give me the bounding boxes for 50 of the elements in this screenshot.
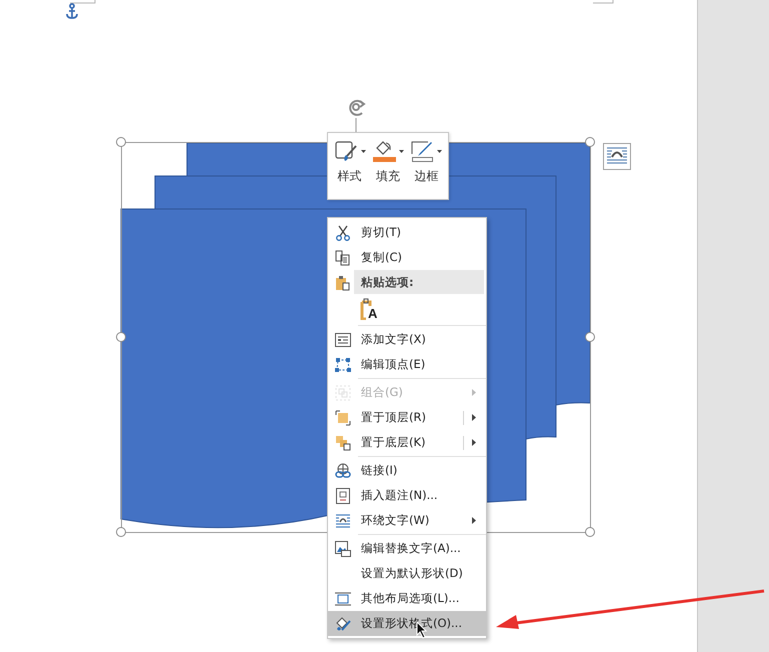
menu-item[interactable]: 置于底层(K) bbox=[328, 430, 486, 455]
submenu-arrow-icon bbox=[472, 439, 476, 446]
submenu-arrow-icon bbox=[472, 517, 476, 524]
send-back-icon bbox=[335, 434, 351, 450]
menu-item[interactable]: 插入题注(N)... bbox=[328, 483, 486, 508]
menu-item[interactable]: 环绕文字(W) bbox=[328, 508, 486, 533]
resize-handle[interactable] bbox=[116, 527, 126, 537]
resize-handle[interactable] bbox=[585, 332, 595, 342]
format-shape-icon bbox=[335, 616, 351, 632]
scissors-icon bbox=[335, 224, 351, 240]
clipboard-icon bbox=[335, 274, 351, 290]
layout-options-icon[interactable] bbox=[603, 143, 631, 170]
menu-item[interactable]: 复制(C) bbox=[328, 245, 486, 270]
resize-handle[interactable] bbox=[585, 137, 595, 147]
resize-handle[interactable] bbox=[585, 527, 595, 537]
paste-text-button[interactable]: A bbox=[358, 296, 380, 322]
link-icon bbox=[335, 462, 351, 478]
menu-item[interactable]: 剪切(T) bbox=[328, 220, 486, 245]
edit-points-icon bbox=[335, 356, 351, 372]
menu-item[interactable]: 链接(I) bbox=[328, 458, 486, 483]
menu-item[interactable]: 编辑顶点(E) bbox=[328, 352, 486, 377]
menu-item[interactable]: 其他布局选项(L)... bbox=[328, 586, 486, 611]
caption-icon bbox=[336, 488, 350, 504]
alt-text-icon bbox=[335, 540, 351, 556]
copy-icon bbox=[335, 250, 351, 266]
margin-mark bbox=[592, 0, 614, 4]
submenu-arrow-icon bbox=[472, 414, 476, 421]
layout-icon bbox=[335, 592, 351, 606]
group-icon bbox=[335, 384, 351, 400]
menu-item[interactable]: 编辑替换文字(A)... bbox=[328, 536, 486, 561]
rotate-handle-icon[interactable] bbox=[349, 100, 366, 116]
menu-item[interactable]: 设置为默认形状(D) bbox=[328, 561, 486, 586]
toolbar-button[interactable]: 边框 bbox=[408, 137, 445, 195]
menu-section-header: 粘贴选项: bbox=[354, 270, 484, 294]
caret-icon bbox=[398, 150, 404, 152]
anchor-icon bbox=[66, 3, 78, 19]
paint-bucket-icon bbox=[372, 139, 398, 163]
resize-handle[interactable] bbox=[116, 137, 126, 147]
bring-front-icon bbox=[335, 410, 351, 426]
resize-handle[interactable] bbox=[116, 332, 126, 342]
submenu-arrow-icon bbox=[472, 389, 476, 396]
text-box-icon bbox=[335, 332, 351, 346]
margin-mark bbox=[70, 0, 96, 4]
wrap-text-icon bbox=[335, 514, 351, 528]
menu-item[interactable]: 置于顶层(R) bbox=[328, 405, 486, 430]
caret-icon bbox=[360, 150, 366, 152]
menu-item[interactable]: 添加文字(X) bbox=[328, 327, 486, 352]
toolbar-button[interactable]: 填充 bbox=[369, 137, 407, 195]
caret-icon bbox=[437, 150, 442, 152]
toolbar-button[interactable]: 样式 bbox=[331, 137, 368, 195]
